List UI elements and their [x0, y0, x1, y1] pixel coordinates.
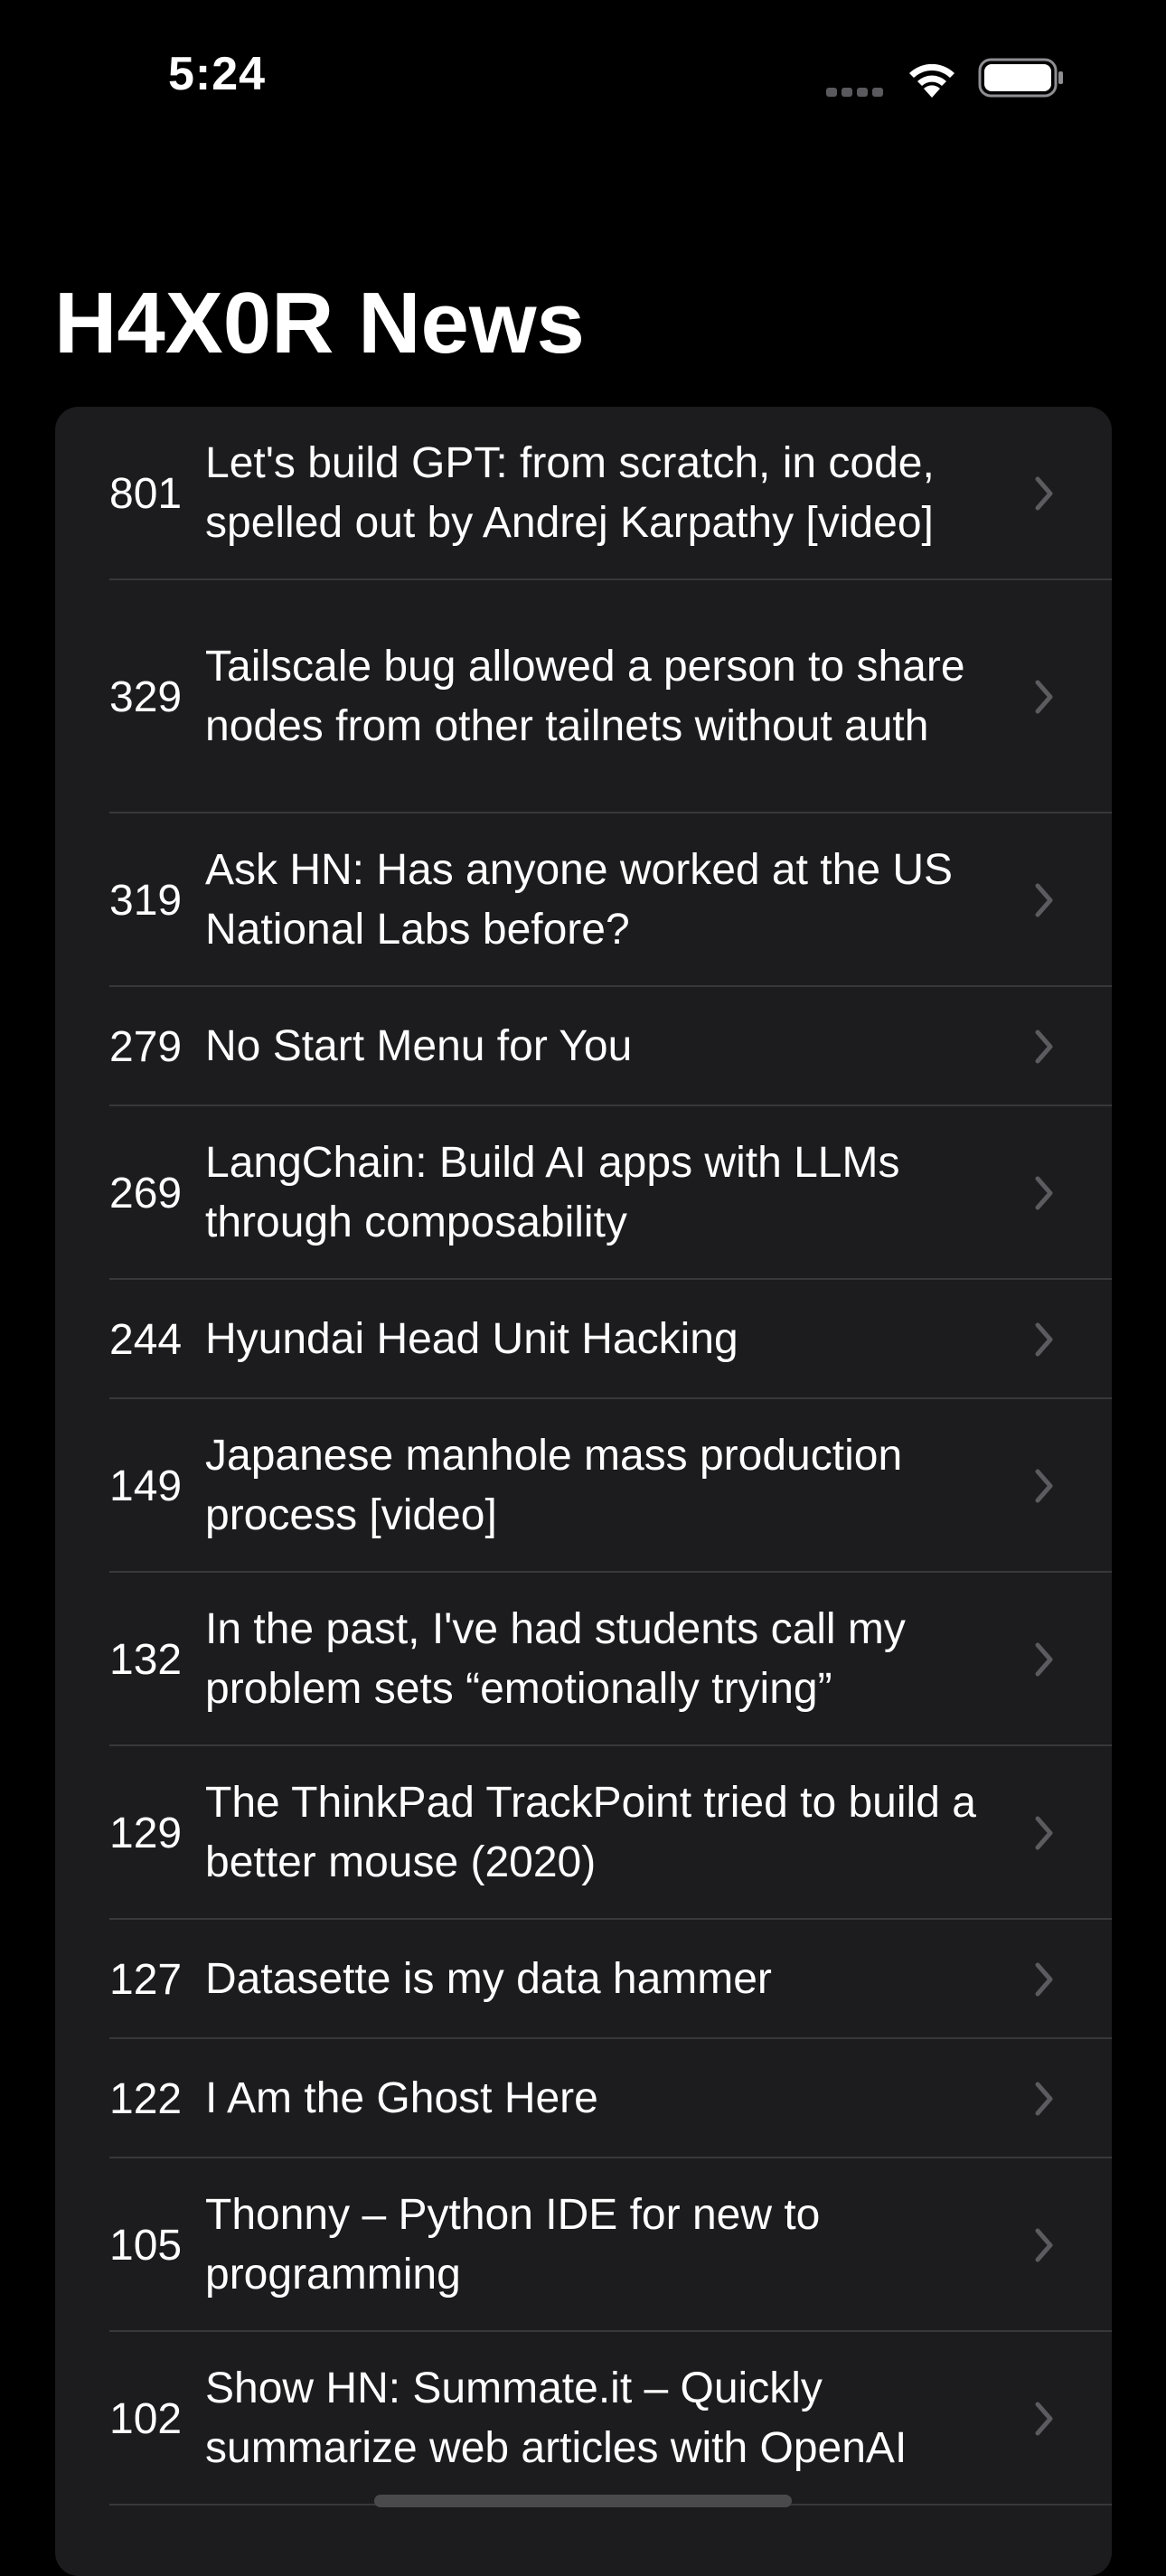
cellular-signal-icon — [826, 85, 889, 97]
story-row[interactable]: 132 In the past, I've had students call m… — [55, 1573, 1112, 1746]
story-title: Let's build GPT: from scratch, in code, … — [205, 439, 935, 547]
story-title: No Start Menu for You — [205, 1022, 633, 1070]
chevron-right-icon — [1035, 1642, 1053, 1677]
story-score: 127 — [109, 1955, 183, 2004]
story-score: 244 — [109, 1315, 183, 1364]
story-score: 102 — [109, 2394, 183, 2443]
story-title: Datasette is my data hammer — [205, 1955, 772, 2003]
story-score: 801 — [109, 469, 183, 518]
home-indicator[interactable] — [374, 2495, 792, 2507]
story-score: 269 — [109, 1169, 183, 1217]
chevron-right-icon — [1035, 1962, 1053, 1997]
chevron-right-icon — [1035, 1322, 1053, 1357]
story-score: 129 — [109, 1809, 183, 1857]
story-score: 329 — [109, 672, 183, 721]
story-score: 149 — [109, 1462, 183, 1510]
story-title: LangChain: Build AI apps with LLMs throu… — [205, 1139, 900, 1246]
story-row[interactable]: 127 Datasette is my data hammer — [55, 1920, 1112, 2039]
story-score: 279 — [109, 1022, 183, 1071]
story-title: Show HN: Summate.it – Quickly summarize … — [205, 2364, 907, 2472]
chevron-right-icon — [1035, 1176, 1053, 1210]
story-title: In the past, I've had students call my p… — [205, 1605, 906, 1713]
story-row[interactable]: 244 Hyundai Head Unit Hacking — [55, 1280, 1112, 1399]
story-row[interactable]: 122 I Am the Ghost Here — [55, 2039, 1112, 2158]
story-row[interactable]: 129 The ThinkPad TrackPoint tried to buil… — [55, 1746, 1112, 1920]
story-title: Japanese manhole mass production process… — [205, 1432, 903, 1539]
status-time: 5:24 — [168, 48, 267, 100]
page-title: H4X0R News — [54, 275, 585, 371]
story-row[interactable]: 102 Show HN: Summate.it – Quickly summari… — [55, 2332, 1112, 2505]
story-title: The ThinkPad TrackPoint tried to build a… — [205, 1779, 976, 1886]
story-score: 122 — [109, 2074, 183, 2123]
wifi-icon — [909, 63, 954, 98]
chevron-right-icon — [1035, 1029, 1053, 1064]
chevron-right-icon — [1035, 2082, 1053, 2116]
chevron-right-icon — [1035, 1469, 1053, 1503]
chevron-right-icon — [1035, 2228, 1053, 2262]
story-score: 319 — [109, 876, 183, 925]
story-row[interactable]: 801 Let's build GPT: from scratch, in cod… — [55, 407, 1112, 580]
chevron-right-icon — [1035, 883, 1053, 917]
chevron-right-icon — [1035, 680, 1053, 714]
battery-icon — [978, 58, 1063, 98]
story-title: Thonny – Python IDE for new to programmi… — [205, 2191, 821, 2299]
chevron-right-icon — [1035, 1816, 1053, 1850]
stories-list: 801 Let's build GPT: from scratch, in cod… — [55, 407, 1112, 2576]
chevron-right-icon — [1035, 476, 1053, 511]
story-row[interactable]: 329 Tailscale bug allowed a person to sha… — [55, 580, 1112, 813]
story-title: Tailscale bug allowed a person to share … — [205, 643, 965, 750]
story-row[interactable]: 269 LangChain: Build AI apps with LLMs th… — [55, 1106, 1112, 1280]
story-score: 105 — [109, 2221, 183, 2270]
story-title: Ask HN: Has anyone worked at the US Nati… — [205, 846, 954, 954]
chevron-right-icon — [1035, 2402, 1053, 2436]
story-row[interactable]: 105 Thonny – Python IDE for new to progra… — [55, 2158, 1112, 2332]
status-bar: 5:24 — [0, 0, 1166, 154]
story-title: Hyundai Head Unit Hacking — [205, 1315, 738, 1363]
story-title: I Am the Ghost Here — [205, 2074, 598, 2122]
story-row[interactable]: 279 No Start Menu for You — [55, 987, 1112, 1106]
story-row[interactable]: 319 Ask HN: Has anyone worked at the US N… — [55, 813, 1112, 987]
story-row[interactable]: 149 Japanese manhole mass production proc… — [55, 1399, 1112, 1573]
story-score: 132 — [109, 1635, 183, 1684]
